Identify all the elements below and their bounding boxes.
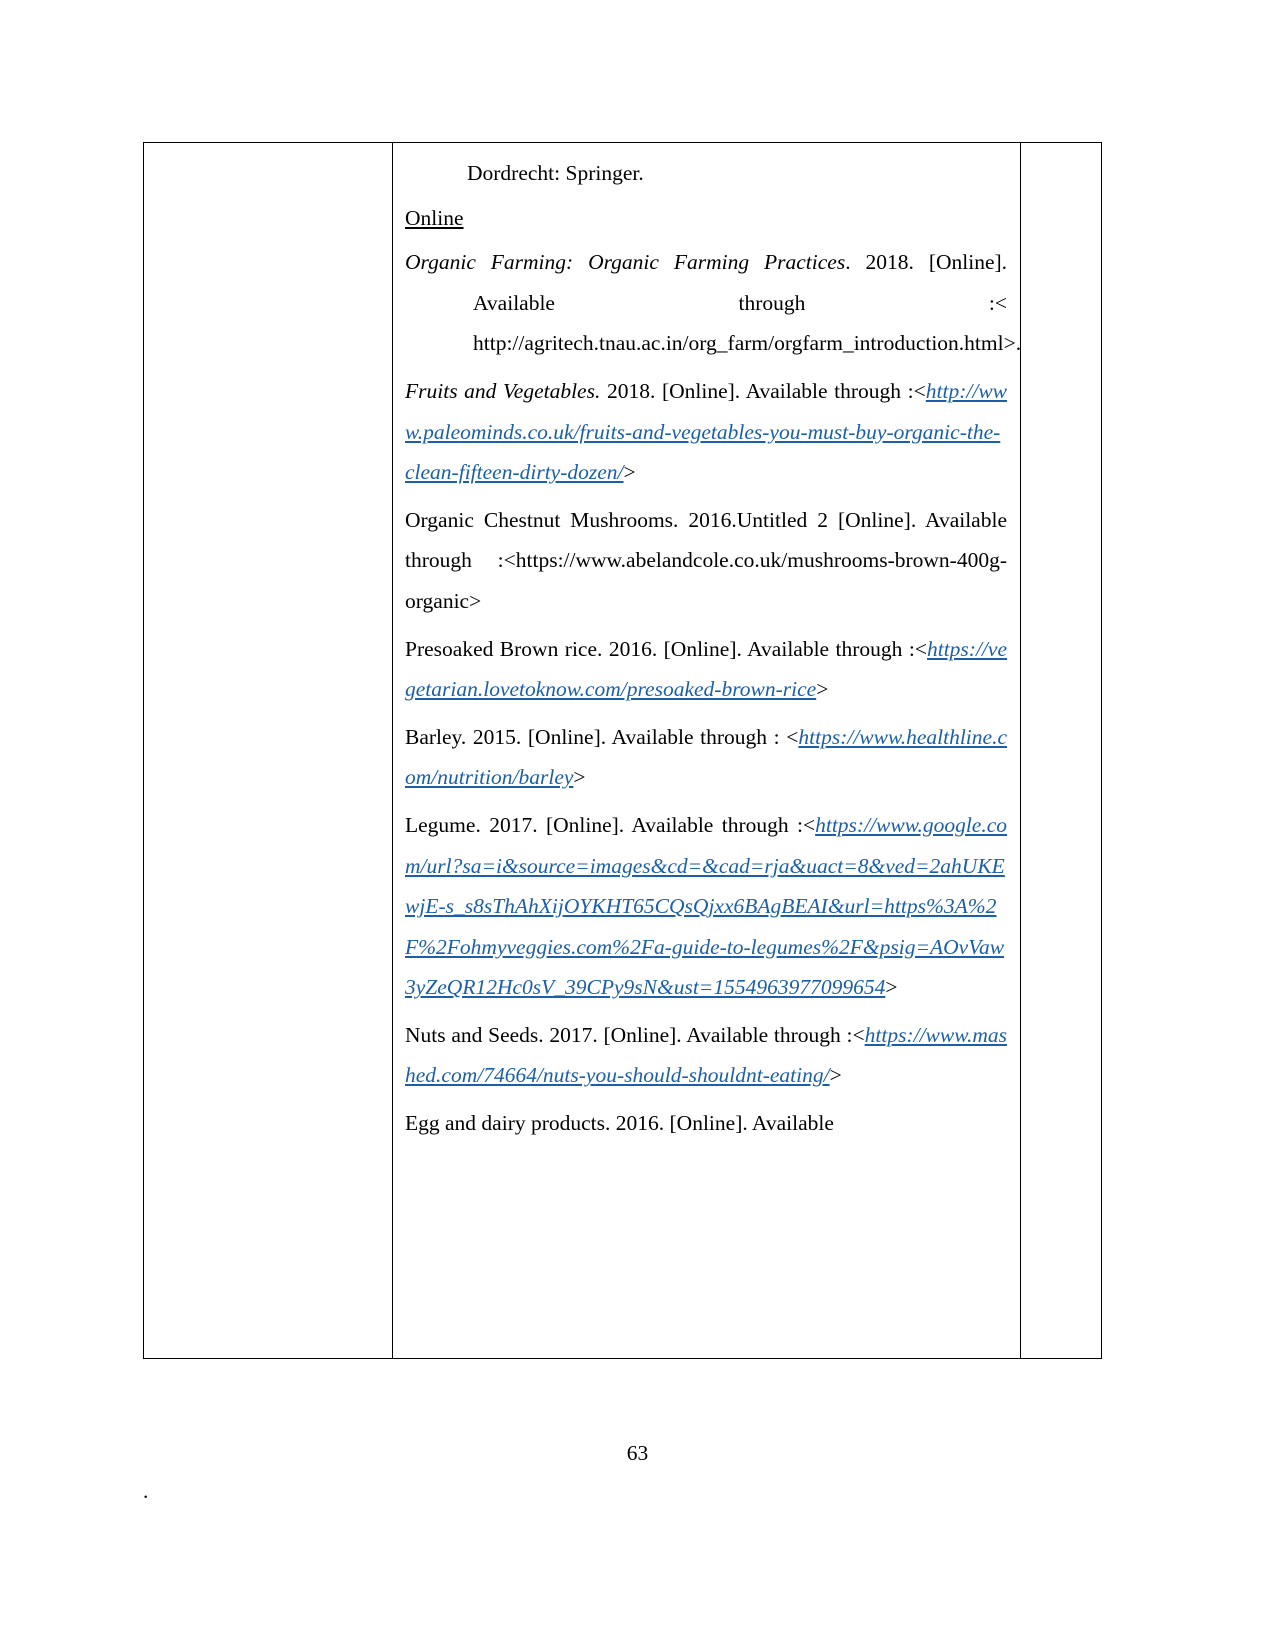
reference-availability-text: Legume. 2017. [Online]. Available throug… <box>405 812 816 837</box>
page-number: 63 <box>626 1441 649 1465</box>
document-page: Dordrecht: Springer. Online Organic Farm… <box>0 0 1275 1651</box>
reference-entry-fruits-and-vegetables: Fruits and Vegetables. 2018. [Online]. A… <box>405 371 1007 493</box>
table-cell-right-column <box>1020 142 1102 1359</box>
right-column-empty-content <box>1021 143 1101 1358</box>
reference-year-text: . 2018. <box>845 250 914 275</box>
reference-availability-text: 2018. [Online]. Available through :< <box>600 378 926 403</box>
reference-entry-barley: Barley. 2015. [Online]. Available throug… <box>405 717 1007 798</box>
left-column-empty-content <box>144 143 392 1358</box>
table-cell-references-column: Dordrecht: Springer. Online Organic Farm… <box>392 142 1021 1359</box>
reference-entry-presoaked-brown-rice: Presoaked Brown rice. 2016. [Online]. Av… <box>405 629 1007 710</box>
reference-entry-organic-chestnut-mushrooms: Organic Chestnut Mushrooms. 2016.Untitle… <box>405 500 1007 622</box>
reference-availability-text: Presoaked Brown rice. 2016. [Online]. Av… <box>405 636 927 661</box>
references-table: Dordrecht: Springer. Online Organic Farm… <box>143 142 1102 1359</box>
reference-continuation-line: Dordrecht: Springer. <box>467 161 644 185</box>
reference-url-plain: http://agritech.tnau.ac.in/org_farm/orgf… <box>473 331 1004 356</box>
reference-availability-text: Nuts and Seeds. 2017. [Online]. Availabl… <box>405 1022 865 1047</box>
section-heading-online-label: Online <box>405 205 464 230</box>
reference-url-closing: > <box>469 588 482 613</box>
table-row: Dordrecht: Springer. Online Organic Farm… <box>143 142 1102 1359</box>
reference-url-closing: > <box>816 677 829 702</box>
table-cell-left-column <box>143 142 393 1359</box>
reference-entry-nuts-and-seeds: Nuts and Seeds. 2017. [Online]. Availabl… <box>405 1015 1007 1096</box>
reference-title-italic: Organic Farming: Organic Farming Practic… <box>405 250 846 275</box>
reference-url-closing: > <box>573 765 586 790</box>
reference-url-closing: >. <box>1003 331 1022 356</box>
reference-url-closing: > <box>829 1063 842 1088</box>
reference-url-closing: > <box>885 975 898 1000</box>
reference-entry-egg-and-dairy-products: Egg and dairy products. 2016. [Online]. … <box>405 1111 834 1136</box>
references-content: Dordrecht: Springer. Online Organic Farm… <box>393 143 1021 1358</box>
section-heading-online: Online <box>405 198 1007 239</box>
reference-entry-organic-farming: Organic Farming: Organic Farming Practic… <box>405 242 1021 364</box>
reference-title-italic: Fruits and Vegetables. <box>405 378 601 403</box>
reference-availability-text: Barley. 2015. [Online]. Available throug… <box>405 724 799 749</box>
reference-entry-legume: Legume. 2017. [Online]. Available throug… <box>405 805 1007 1008</box>
reference-url-closing: > <box>623 460 636 485</box>
footer-mark: . <box>143 1479 149 1503</box>
reference-hyperlink[interactable]: https://www.google.com/url?sa=i&source=i… <box>405 813 1007 999</box>
